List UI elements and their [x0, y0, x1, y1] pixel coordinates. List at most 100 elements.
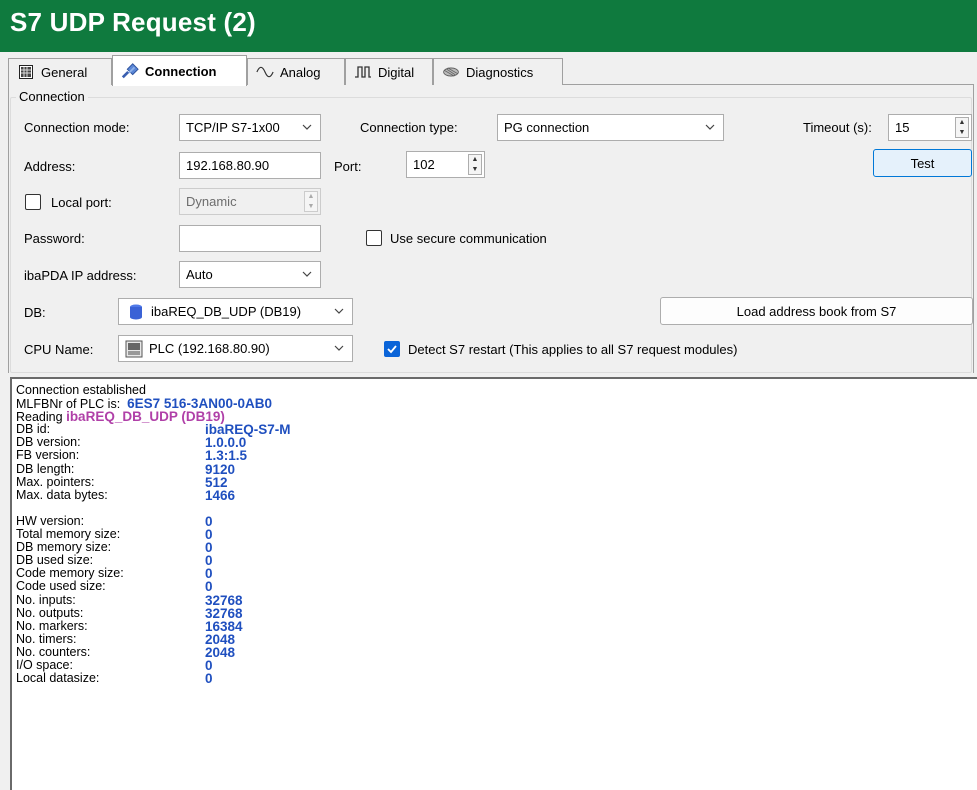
log-row: DB length: 9120 [16, 461, 977, 477]
log-row: Local datasize: 0 [16, 671, 977, 687]
database-icon [130, 304, 142, 319]
log-row: Max. pointers: 512 [16, 474, 977, 490]
cpu-name-select[interactable]: PLC (192.168.80.90) [118, 335, 353, 362]
log-row-value: 9120 [205, 461, 236, 477]
port-input[interactable]: 102 ▲ ▼ [406, 151, 485, 178]
local-port-label: Local port: [51, 195, 112, 210]
detect-restart-checkbox[interactable] [384, 341, 400, 357]
local-port-checkbox[interactable] [25, 194, 41, 210]
cpu-name-label: CPU Name: [24, 342, 94, 357]
log-row: Max. data bytes: 1466 [16, 487, 977, 503]
tab-general-label: General [41, 64, 88, 80]
ibapda-ip-label: ibaPDA IP address: [24, 268, 137, 283]
log-row-key: DB length: [16, 461, 75, 476]
tab-analog[interactable]: Analog [247, 58, 345, 85]
cpu-name-value: PLC (192.168.80.90) [149, 341, 270, 356]
log-row-value: 0 [205, 579, 213, 595]
log-row-key: No. counters: [16, 644, 91, 659]
secure-communication-label: Use secure communication [390, 231, 547, 246]
chevron-down-icon [334, 308, 344, 314]
log-row-key: No. timers: [16, 631, 77, 646]
timeout-input[interactable]: 15 ▲ ▼ [888, 114, 972, 141]
log-row-value: 2048 [205, 631, 236, 647]
tab-digital-label: Digital [378, 64, 415, 80]
log-row-value: 2048 [205, 644, 236, 660]
log-row-key: Local datasize: [16, 671, 100, 686]
log-row-value: 32768 [205, 592, 243, 608]
chevron-down-icon [302, 271, 312, 277]
port-spinner[interactable]: ▲ ▼ [468, 154, 482, 175]
tab-digital[interactable]: Digital [345, 58, 433, 85]
tab-analog-label: Analog [280, 64, 321, 80]
log-row-value: 0 [205, 671, 213, 687]
port-label: Port: [334, 159, 362, 174]
chevron-down-icon [705, 124, 715, 130]
ibapda-ip-value: Auto [186, 267, 213, 282]
chevron-down-icon [334, 345, 344, 351]
log-row: Code used size: 0 [16, 579, 977, 595]
timeout-label: Timeout (s): [803, 120, 872, 135]
tab-connection[interactable]: Connection [112, 55, 247, 86]
log-row: No. inputs: 32768 [16, 592, 977, 608]
db-label: DB: [24, 305, 46, 320]
db-value: ibaREQ_DB_UDP (DB19) [151, 304, 302, 319]
timeout-value: 15 [895, 120, 910, 135]
log-row-value: 16384 [205, 618, 243, 634]
secure-communication-checkbox[interactable] [366, 230, 382, 246]
log-row-value: 1466 [205, 487, 236, 503]
tab-connection-label: Connection [145, 63, 217, 79]
log-row: FB version: 1.3:1.5 [16, 448, 977, 464]
connection-mode-label: Connection mode: [24, 120, 130, 135]
password-input[interactable] [179, 225, 321, 252]
password-label: Password: [24, 231, 85, 246]
log-row: DB id: ibaREQ-S7-M [16, 423, 977, 437]
connection-group-label: Connection [16, 89, 88, 104]
plug-icon [121, 63, 139, 79]
log-row-key: Max. pointers: [16, 474, 95, 489]
connection-log[interactable]: Connection established MLFBNr of PLC is:… [10, 377, 977, 790]
chip-icon [442, 64, 460, 80]
sine-wave-icon [256, 64, 274, 80]
log-row: DB used size: 0 [16, 554, 977, 568]
log-row: I/O space: 0 [16, 658, 977, 672]
log-row-key: Code used size: [16, 579, 106, 594]
log-row-value: 512 [205, 474, 228, 490]
log-row-key: No. outputs: [16, 605, 84, 620]
address-label: Address: [24, 159, 76, 174]
log-row: DB memory size: 0 [16, 541, 977, 555]
log-row: No. timers: 2048 [16, 631, 977, 647]
tab-diagnostics[interactable]: Diagnostics [433, 58, 563, 85]
checkmark-icon [387, 345, 397, 354]
log-row: No. outputs: 32768 [16, 605, 977, 621]
ibapda-ip-select[interactable]: Auto [179, 261, 321, 288]
tab-general[interactable]: General [8, 58, 112, 85]
local-port-spinner: ▲ ▼ [304, 191, 318, 212]
reading-value: ibaREQ_DB_UDP (DB19) [66, 409, 225, 425]
chevron-down-icon [302, 124, 312, 130]
tab-strip: General Connection Analog Digital Diagno… [8, 55, 974, 86]
timeout-spinner[interactable]: ▲ ▼ [955, 117, 969, 138]
log-row-value: 1.3:1.5 [205, 448, 248, 464]
log-row-key: No. markers: [16, 618, 88, 633]
address-value: 192.168.80.90 [186, 158, 270, 173]
detect-restart-label: Detect S7 restart (This applies to all S… [408, 342, 738, 357]
port-value: 102 [413, 157, 435, 172]
log-row: HW version: 0 [16, 514, 977, 528]
connection-mode-select[interactable]: TCP/IP S7-1x00 [179, 114, 321, 141]
log-row: Code memory size: 0 [16, 567, 977, 581]
log-row: No. counters: 2048 [16, 644, 977, 660]
log-row: Total memory size: 0 [16, 527, 977, 541]
square-wave-icon [354, 64, 372, 80]
log-row: DB version: 1.0.0.0 [16, 436, 977, 450]
local-port-value: Dynamic [186, 194, 237, 209]
test-button[interactable]: Test [873, 149, 972, 177]
connection-type-select[interactable]: PG connection [497, 114, 724, 141]
connection-type-label: Connection type: [360, 120, 458, 135]
load-address-book-button[interactable]: Load address book from S7 [660, 297, 973, 325]
log-row-value: 32768 [205, 605, 243, 621]
log-row: No. markers: 16384 [16, 618, 977, 634]
log-row-key: FB version: [16, 448, 80, 463]
address-input[interactable]: 192.168.80.90 [179, 152, 321, 179]
tab-diagnostics-label: Diagnostics [466, 64, 534, 80]
db-select[interactable]: ibaREQ_DB_UDP (DB19) [118, 298, 353, 325]
